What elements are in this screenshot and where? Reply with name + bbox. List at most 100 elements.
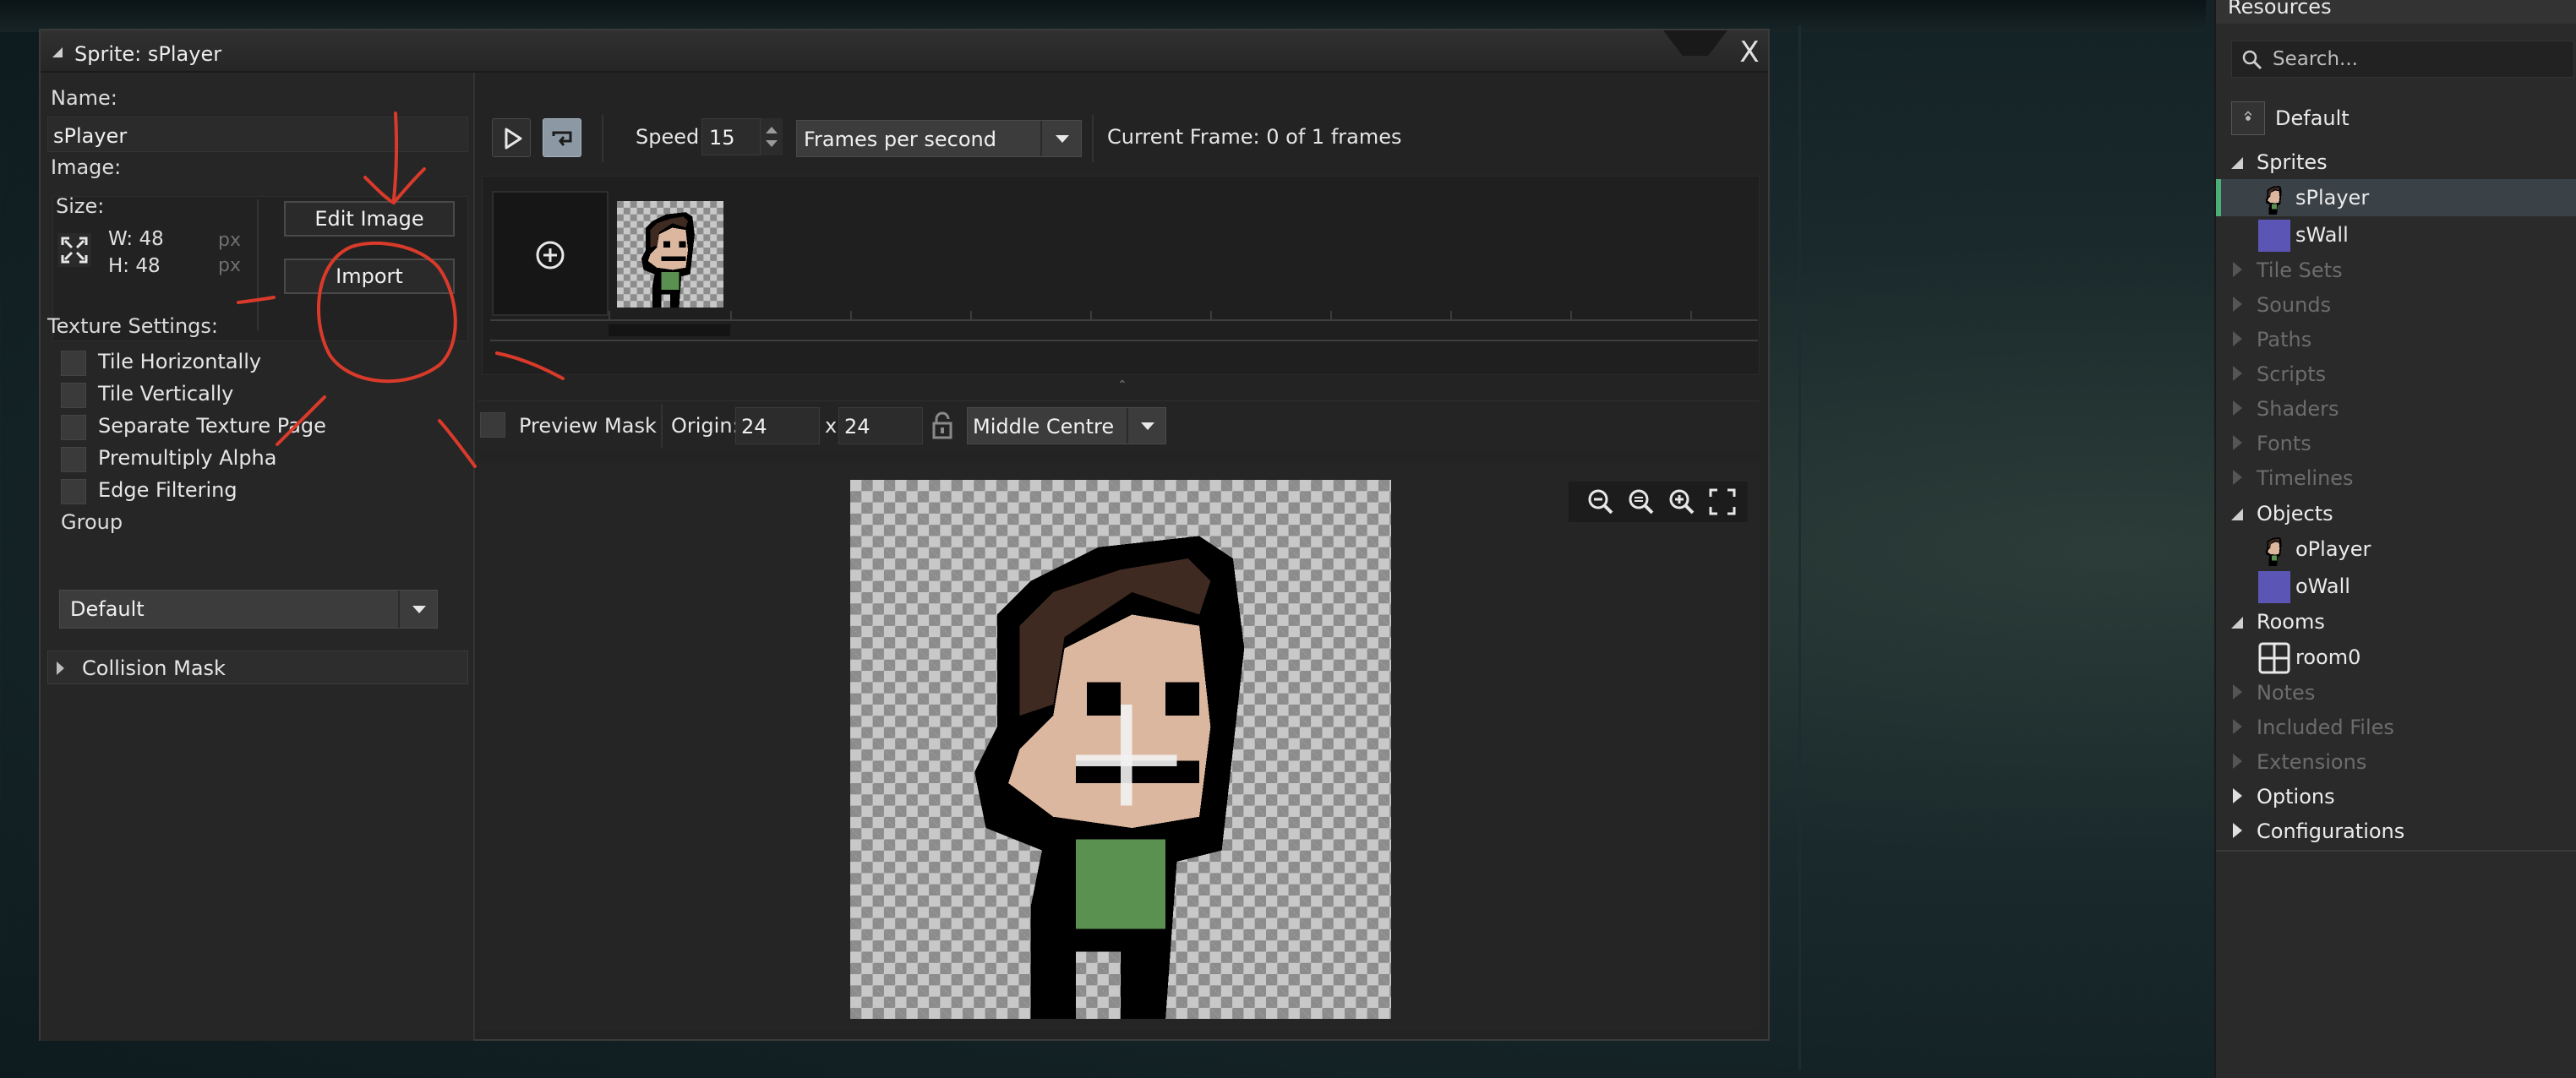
collapse-triangle-icon[interactable]	[52, 47, 63, 57]
tree-group-shaders[interactable]: Shaders	[2216, 392, 2576, 426]
tree-group-included-files[interactable]: Included Files	[2216, 710, 2576, 744]
speed-unit-dropdown-arrow[interactable]	[1040, 121, 1081, 156]
collapsed-triangle-icon[interactable]	[2233, 435, 2242, 450]
group-dropdown-arrow[interactable]	[398, 591, 437, 628]
lock-icon[interactable]	[930, 411, 955, 441]
tree-group-notes[interactable]: Notes	[2216, 676, 2576, 710]
preview-mask-checkbox[interactable]	[480, 412, 505, 438]
tile-horizontally-checkbox[interactable]	[61, 351, 86, 376]
timeline-selection[interactable]	[609, 324, 730, 336]
window-title: Sprite: sPlayer	[74, 42, 222, 66]
expanded-triangle-icon[interactable]	[2231, 509, 2243, 520]
close-button[interactable]: X	[1734, 37, 1765, 68]
timeline-tick	[730, 311, 732, 319]
fit-screen-icon[interactable]	[1704, 483, 1741, 520]
edge-filtering-label: Edge Filtering	[98, 478, 237, 502]
resource-search-input[interactable]: Search...	[2231, 41, 2574, 78]
tree-item-swall[interactable]: sWall	[2216, 216, 2576, 253]
wall-object-icon	[2258, 571, 2290, 603]
edge-filtering-checkbox[interactable]	[61, 479, 86, 504]
name-input[interactable]: sPlayer	[47, 117, 468, 152]
zoom-in-icon[interactable]	[1663, 483, 1700, 520]
preview-divider	[661, 404, 663, 448]
loop-toggle-button[interactable]	[543, 118, 581, 157]
timeline-track[interactable]	[490, 319, 1758, 321]
tree-group-objects[interactable]: Objects	[2216, 497, 2576, 531]
group-label: Rooms	[2257, 610, 2325, 634]
expand-triangle-icon[interactable]	[57, 662, 64, 675]
item-label: oPlayer	[2295, 537, 2371, 561]
group-dropdown[interactable]: Default	[59, 590, 438, 629]
group-label: Sprites	[2257, 150, 2328, 174]
spinner-arrows-icon	[766, 127, 778, 147]
origin-x-input[interactable]: 24	[735, 407, 820, 444]
collapsed-triangle-icon[interactable]	[2233, 754, 2242, 769]
window-titlebar[interactable]: Sprite: sPlayer X	[41, 30, 1768, 73]
collapsed-triangle-icon[interactable]	[2233, 788, 2242, 803]
item-label: room0	[2295, 645, 2361, 669]
collapsed-triangle-icon[interactable]	[2233, 400, 2242, 416]
frame-0-thumbnail[interactable]	[617, 201, 723, 308]
origin-preset-dropdown[interactable]: Middle Centre	[967, 407, 1166, 444]
premultiply-alpha-checkbox[interactable]	[61, 447, 86, 472]
sprite-canvas[interactable]	[850, 480, 1391, 1019]
collapsed-triangle-icon[interactable]	[2233, 262, 2242, 277]
tree-bottom-divider	[2216, 850, 2576, 852]
edit-image-button[interactable]: Edit Image	[284, 201, 455, 237]
tree-group-scripts[interactable]: Scripts	[2216, 357, 2576, 391]
sprite-properties-panel: Name: sPlayer Image: Size: W: 48 H: 48 p…	[41, 73, 475, 1041]
zoom-reset-icon[interactable]	[1623, 483, 1660, 520]
resize-icon[interactable]	[57, 233, 91, 267]
panel-splitter-handle[interactable]: ⌃	[1117, 378, 1127, 392]
speed-unit-dropdown[interactable]: Frames per second	[796, 120, 1082, 157]
collapsed-triangle-icon[interactable]	[2233, 331, 2242, 346]
tree-item-room0[interactable]: room0	[2216, 639, 2576, 676]
collapsed-triangle-icon[interactable]	[2233, 823, 2242, 838]
selection-accent	[2216, 179, 2221, 216]
tree-group-configurations[interactable]: Configurations	[2216, 814, 2576, 848]
tree-item-splayer[interactable]: sPlayer	[2216, 179, 2576, 216]
collapsed-triangle-icon[interactable]	[2233, 470, 2242, 485]
tile-horizontally-label: Tile Horizontally	[98, 350, 262, 373]
group-label: Included Files	[2257, 716, 2394, 739]
config-selector[interactable]: Default	[2231, 98, 2574, 140]
timeline-tick	[609, 311, 610, 319]
speed-input[interactable]: 15	[701, 118, 761, 155]
zoom-out-icon[interactable]	[1582, 483, 1619, 520]
tree-group-timelines[interactable]: Timelines	[2216, 461, 2576, 495]
collision-mask-section[interactable]: Collision Mask	[47, 651, 468, 684]
tree-item-oplayer[interactable]: oPlayer	[2216, 531, 2576, 568]
speed-spinner[interactable]	[761, 118, 783, 155]
tree-group-options[interactable]: Options	[2216, 780, 2576, 814]
play-button[interactable]	[492, 118, 531, 157]
tile-vertically-checkbox[interactable]	[61, 383, 86, 408]
origin-y-input[interactable]: 24	[838, 407, 923, 444]
collapsed-triangle-icon[interactable]	[2233, 684, 2242, 700]
tree-group-tile-sets[interactable]: Tile Sets	[2216, 253, 2576, 287]
collapsed-triangle-icon[interactable]	[2233, 366, 2242, 381]
timeline-tick	[1210, 311, 1212, 319]
width-unit: px	[218, 230, 241, 251]
origin-preset-dropdown-arrow[interactable]	[1127, 408, 1165, 444]
player-object-icon	[2258, 534, 2290, 566]
timeline-scrollbar[interactable]	[490, 340, 1758, 341]
tree-group-rooms[interactable]: Rooms	[2216, 605, 2576, 639]
timeline-tick	[1330, 311, 1332, 319]
tree-group-sounds[interactable]: Sounds	[2216, 288, 2576, 322]
tree-group-paths[interactable]: Paths	[2216, 323, 2576, 357]
collapsed-triangle-icon[interactable]	[2233, 297, 2242, 312]
add-frame-button[interactable]	[492, 191, 609, 316]
group-label: Tile Sets	[2257, 259, 2343, 282]
expanded-triangle-icon[interactable]	[2231, 617, 2243, 629]
import-button[interactable]: Import	[284, 259, 455, 294]
tree-group-extensions[interactable]: Extensions	[2216, 745, 2576, 779]
collision-mask-label: Collision Mask	[82, 656, 226, 680]
origin-x-separator: x	[825, 414, 838, 438]
separate-texture-page-checkbox[interactable]	[61, 415, 86, 440]
tree-item-owall[interactable]: oWall	[2216, 568, 2576, 605]
tree-group-fonts[interactable]: Fonts	[2216, 427, 2576, 460]
tree-group-sprites[interactable]: Sprites	[2216, 145, 2576, 179]
group-label: Objects	[2257, 502, 2333, 525]
expanded-triangle-icon[interactable]	[2231, 157, 2243, 169]
collapsed-triangle-icon[interactable]	[2233, 719, 2242, 734]
